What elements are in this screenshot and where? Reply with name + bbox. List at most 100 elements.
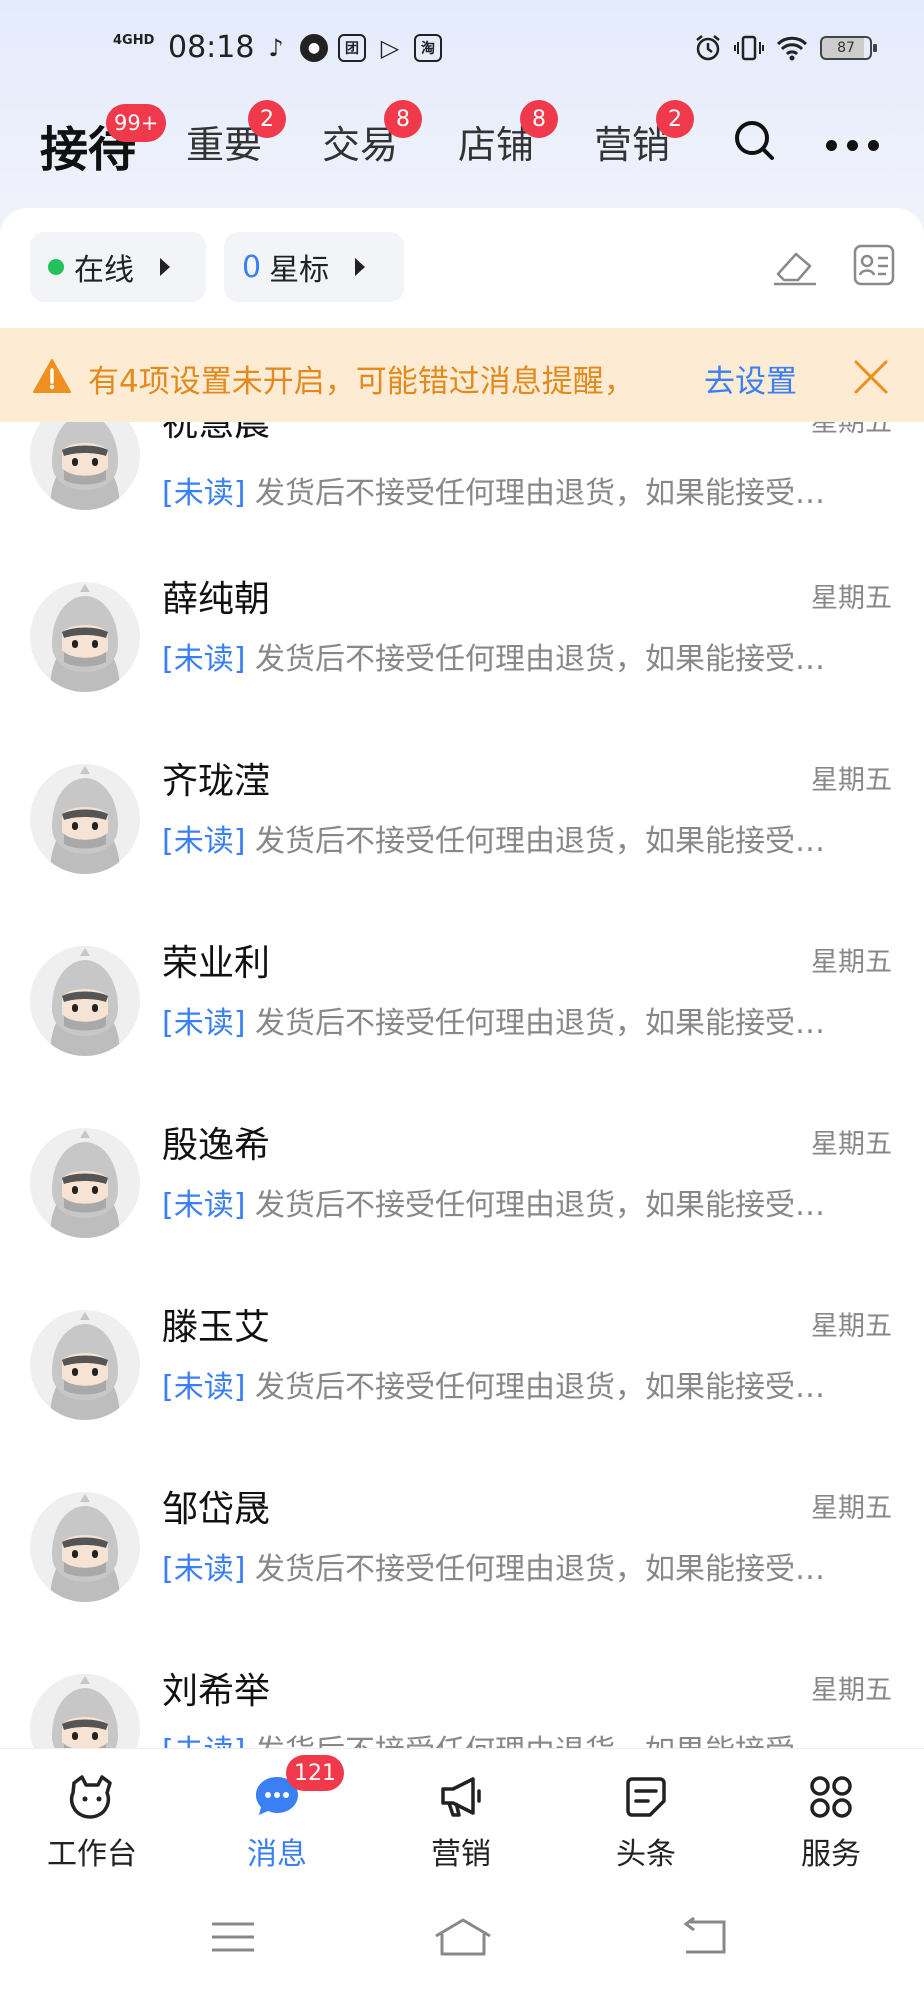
- tab-store[interactable]: 店铺 8: [458, 100, 558, 169]
- message-time: 星期五: [811, 583, 892, 614]
- tab-transactions[interactable]: 交易 8: [322, 100, 422, 169]
- tiktok-icon: ♪: [268, 34, 284, 62]
- vibrate-icon: [734, 35, 764, 61]
- conversation-row[interactable]: 邹岱晟 星期五 [未读] 发货后不接受任何理由退货，如果能接受…: [0, 1489, 924, 1674]
- online-status-label: 在线: [74, 253, 134, 288]
- unread-tag: [未读]: [162, 476, 246, 511]
- avatar: [30, 946, 140, 1056]
- avatar: [30, 1128, 140, 1238]
- contact-name: 邹岱晟: [162, 1489, 271, 1530]
- wifi-icon: [776, 36, 808, 61]
- contact-name: 荣业利: [162, 943, 271, 984]
- workbench-icon: [69, 1775, 112, 1819]
- unread-tag: [未读]: [162, 642, 246, 677]
- unread-tag: [未读]: [162, 1552, 246, 1587]
- message-preview: [未读] 发货后不接受任何理由退货，如果能接受…: [162, 816, 898, 860]
- conversation-row[interactable]: 滕玉艾 星期五 [未读] 发货后不接受任何理由退货，如果能接受…: [0, 1307, 924, 1492]
- warning-icon: [33, 359, 71, 393]
- preview-text: 发货后不接受任何理由退货，如果能接受…: [245, 1370, 825, 1405]
- message-preview: [未读] 发货后不接受任何理由退货，如果能接受…: [162, 468, 898, 512]
- conversation-row[interactable]: 荣业利 星期五 [未读] 发货后不接受任何理由退货，如果能接受…: [0, 943, 924, 1128]
- nav-marketing[interactable]: 营销: [386, 1749, 536, 1872]
- preview-text: 发货后不接受任何理由退货，如果能接受…: [245, 1006, 825, 1041]
- unread-tag: [未读]: [162, 824, 246, 859]
- online-dot-icon: [48, 259, 64, 275]
- message-time: 星期五: [811, 947, 892, 978]
- star-count: 0: [242, 249, 262, 285]
- starred-filter-dropdown[interactable]: 0 星标: [224, 232, 404, 302]
- caret-right-icon: [160, 258, 170, 276]
- tab-badge: 99+: [106, 104, 167, 142]
- alarm-icon: [696, 35, 720, 61]
- preview-text: 发货后不接受任何理由退货，如果能接受…: [245, 1734, 825, 1748]
- message-preview: [未读] 发货后不接受任何理由退货，如果能接受…: [162, 1362, 898, 1406]
- bottom-navigation: 工作台 121 消息 营销 头条 服务: [0, 1748, 924, 1872]
- search-icon[interactable]: [732, 118, 776, 162]
- nav-label: 消息: [247, 1837, 307, 1872]
- message-category-tabs: 接待 99+ 重要 2 交易 8 店铺 8 营销 2: [0, 100, 924, 200]
- message-time: 星期五: [811, 765, 892, 796]
- online-status-dropdown[interactable]: 在线: [30, 232, 206, 302]
- status-bar: 4GHD 08:18 ♪ ● 团 ▷ 淘 87: [0, 0, 924, 100]
- nav-services[interactable]: 服务: [756, 1749, 906, 1872]
- menu-icon[interactable]: [208, 1916, 258, 1958]
- message-time: 星期五: [811, 1129, 892, 1160]
- tab-reception[interactable]: 接待 99+: [40, 104, 167, 180]
- system-navigation-bar: [0, 1868, 924, 2000]
- unread-tag: [未读]: [162, 1370, 246, 1405]
- nav-label: 服务: [801, 1837, 861, 1872]
- conversation-row[interactable]: 刘希举 星期五 [未读] 发货后不接受任何理由退货，如果能接受…: [0, 1671, 924, 1748]
- nav-messages[interactable]: 121 消息: [202, 1749, 352, 1872]
- conversation-row[interactable]: 齐珑滢 星期五 [未读] 发货后不接受任何理由退货，如果能接受…: [0, 761, 924, 946]
- avatar: [30, 582, 140, 692]
- settings-notice-banner: 有4项设置未开启，可能错过消息提醒， 去设置: [0, 328, 924, 422]
- conversation-row[interactable]: 薛纯朝 星期五 [未读] 发货后不接受任何理由退货，如果能接受…: [0, 579, 924, 764]
- nav-badge: 121: [286, 1755, 344, 1791]
- conversation-row[interactable]: 祝慧晨 星期五 [未读] 发货后不接受任何理由退货，如果能接受…: [0, 422, 924, 604]
- services-grid-icon: [810, 1776, 852, 1818]
- contact-name: 祝慧晨: [162, 422, 271, 444]
- avatar: [30, 422, 140, 510]
- message-time: 星期五: [811, 1311, 892, 1342]
- message-time: 星期五: [811, 422, 892, 438]
- nav-workbench[interactable]: 工作台: [17, 1749, 167, 1872]
- go-settings-link[interactable]: 去设置: [704, 356, 797, 401]
- contact-name: 薛纯朝: [162, 579, 271, 620]
- contact-card-icon[interactable]: [852, 242, 896, 288]
- back-icon[interactable]: [680, 1916, 730, 1958]
- message-time: 星期五: [811, 1493, 892, 1524]
- network-type: 4GHD: [113, 33, 155, 48]
- group-app-icon: 团: [338, 34, 366, 62]
- contact-name: 滕玉艾: [162, 1307, 271, 1348]
- clear-unread-icon[interactable]: [770, 244, 820, 288]
- nav-label: 头条: [616, 1837, 676, 1872]
- nav-label: 工作台: [47, 1837, 137, 1872]
- preview-text: 发货后不接受任何理由退货，如果能接受…: [245, 476, 825, 511]
- nav-headlines[interactable]: 头条: [571, 1749, 721, 1872]
- avatar: [30, 1310, 140, 1420]
- message-preview: [未读] 发货后不接受任何理由退货，如果能接受…: [162, 1544, 898, 1588]
- notification-icons: ♪ ● 团 ▷ 淘: [262, 34, 442, 62]
- tab-important[interactable]: 重要 2: [186, 100, 286, 169]
- home-icon[interactable]: [434, 1916, 492, 1958]
- unread-tag: [未读]: [162, 1188, 246, 1223]
- conversation-row[interactable]: 殷逸希 星期五 [未读] 发货后不接受任何理由退货，如果能接受…: [0, 1125, 924, 1310]
- more-options-icon[interactable]: [826, 140, 879, 151]
- headlines-icon: [626, 1777, 666, 1817]
- megaphone-icon: [441, 1777, 481, 1817]
- close-icon[interactable]: [852, 358, 890, 396]
- taobao-icon: 淘: [414, 34, 442, 62]
- video-app-icon: ▷: [380, 34, 400, 62]
- contact-name: 殷逸希: [162, 1125, 271, 1166]
- avatar: [30, 764, 140, 874]
- contact-name: 刘希举: [162, 1671, 271, 1712]
- conversation-list: 祝慧晨 星期五 [未读] 发货后不接受任何理由退货，如果能接受… 薛纯朝 星期五…: [0, 422, 924, 1748]
- clock: 08:18: [168, 30, 255, 65]
- tab-badge: 8: [384, 100, 422, 138]
- preview-text: 发货后不接受任何理由退货，如果能接受…: [245, 1188, 825, 1223]
- tab-marketing[interactable]: 营销 2: [594, 100, 694, 169]
- caret-right-icon: [355, 258, 366, 276]
- unread-tag: [未读]: [162, 1734, 245, 1748]
- message-time: 星期五: [811, 1675, 892, 1706]
- chat-bubble-icon: ●: [300, 34, 328, 62]
